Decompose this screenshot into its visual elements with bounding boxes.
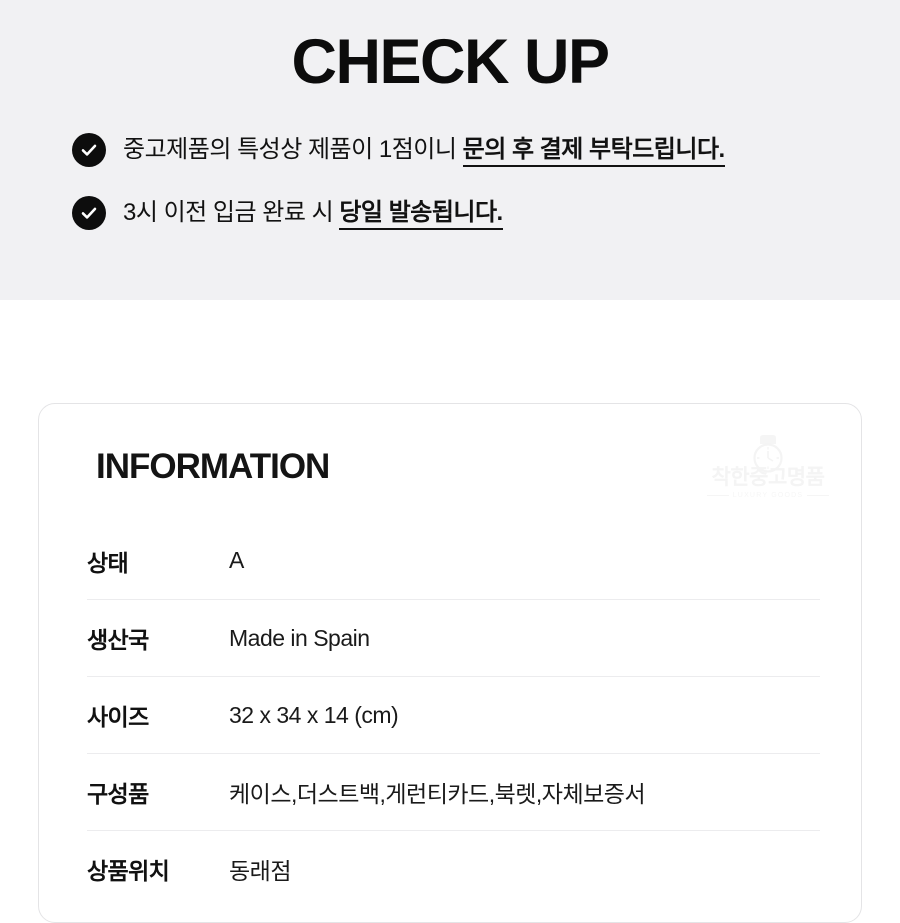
watermark-brand-name: 착한중고명품 bbox=[711, 466, 825, 489]
checkup-notice-text: 중고제품의 특성상 제품이 1점이니 문의 후 결제 부탁드립니다. bbox=[123, 132, 725, 168]
watermark-rule-left bbox=[707, 495, 729, 496]
watermark-rule-right bbox=[807, 495, 829, 496]
spec-label: 상태 bbox=[87, 549, 129, 576]
information-title: INFORMATION bbox=[96, 447, 330, 486]
table-row: 생산국 Made in Spain bbox=[87, 599, 820, 676]
information-card-header: INFORMATION 착한중고명품 LUXURY GOODS bbox=[39, 404, 861, 522]
checkup-title: CHECK UP bbox=[291, 27, 610, 97]
checkup-notice-text: 3시 이전 입금 완료 시 당일 발송됩니다. bbox=[123, 195, 503, 231]
spec-value: 32 x 34 x 14 (cm) bbox=[229, 701, 399, 728]
brand-watermark: 착한중고명품 LUXURY GOODS bbox=[705, 434, 831, 506]
checkup-notice-item: 중고제품의 특성상 제품이 1점이니 문의 후 결제 부탁드립니다. bbox=[72, 132, 872, 168]
spec-value: A bbox=[229, 547, 244, 573]
table-row: 상태 A bbox=[87, 522, 820, 599]
checkup-notice-list: 중고제품의 특성상 제품이 1점이니 문의 후 결제 부탁드립니다. 3시 이전… bbox=[72, 132, 872, 258]
table-row: 구성품 케이스,더스트백,게런티카드,북렛,자체보증서 bbox=[87, 753, 820, 830]
watermark-subtitle: LUXURY GOODS bbox=[732, 492, 804, 499]
information-spec-table: 상태 A 생산국 Made in Spain 사이즈 32 x 34 x 14 … bbox=[87, 522, 820, 907]
check-circle-icon bbox=[72, 133, 106, 167]
spec-label: 구성품 bbox=[87, 781, 149, 807]
table-row: 사이즈 32 x 34 x 14 (cm) bbox=[87, 676, 820, 753]
check-circle-icon bbox=[72, 196, 106, 230]
spec-label: 상품위치 bbox=[87, 858, 170, 884]
checkup-notice-item: 3시 이전 입금 완료 시 당일 발송됩니다. bbox=[72, 195, 872, 231]
checkup-notice-text-emphasis: 당일 발송됩니다. bbox=[339, 199, 503, 230]
spec-value: Made in Spain bbox=[229, 624, 370, 651]
checkup-notice-text-emphasis: 문의 후 결제 부탁드립니다. bbox=[462, 136, 725, 167]
spec-label: 사이즈 bbox=[87, 704, 149, 730]
spec-label: 생산국 bbox=[87, 627, 149, 653]
spec-value: 케이스,더스트백,게런티카드,북렛,자체보증서 bbox=[229, 781, 646, 807]
checkup-notice-text-normal: 3시 이전 입금 완료 시 bbox=[123, 199, 340, 226]
table-row: 상품위치 동래점 bbox=[87, 830, 820, 907]
checkup-notice-text-normal: 중고제품의 특성상 제품이 1점이니 bbox=[123, 136, 463, 163]
spec-value: 동래점 bbox=[229, 858, 291, 884]
checkup-banner: CHECK UP 중고제품의 특성상 제품이 1점이니 문의 후 결제 부탁드립… bbox=[0, 0, 900, 300]
information-card: INFORMATION 착한중고명품 LUXURY GOODS 상태 A 생산국… bbox=[38, 403, 862, 923]
wristwatch-icon bbox=[753, 435, 783, 473]
